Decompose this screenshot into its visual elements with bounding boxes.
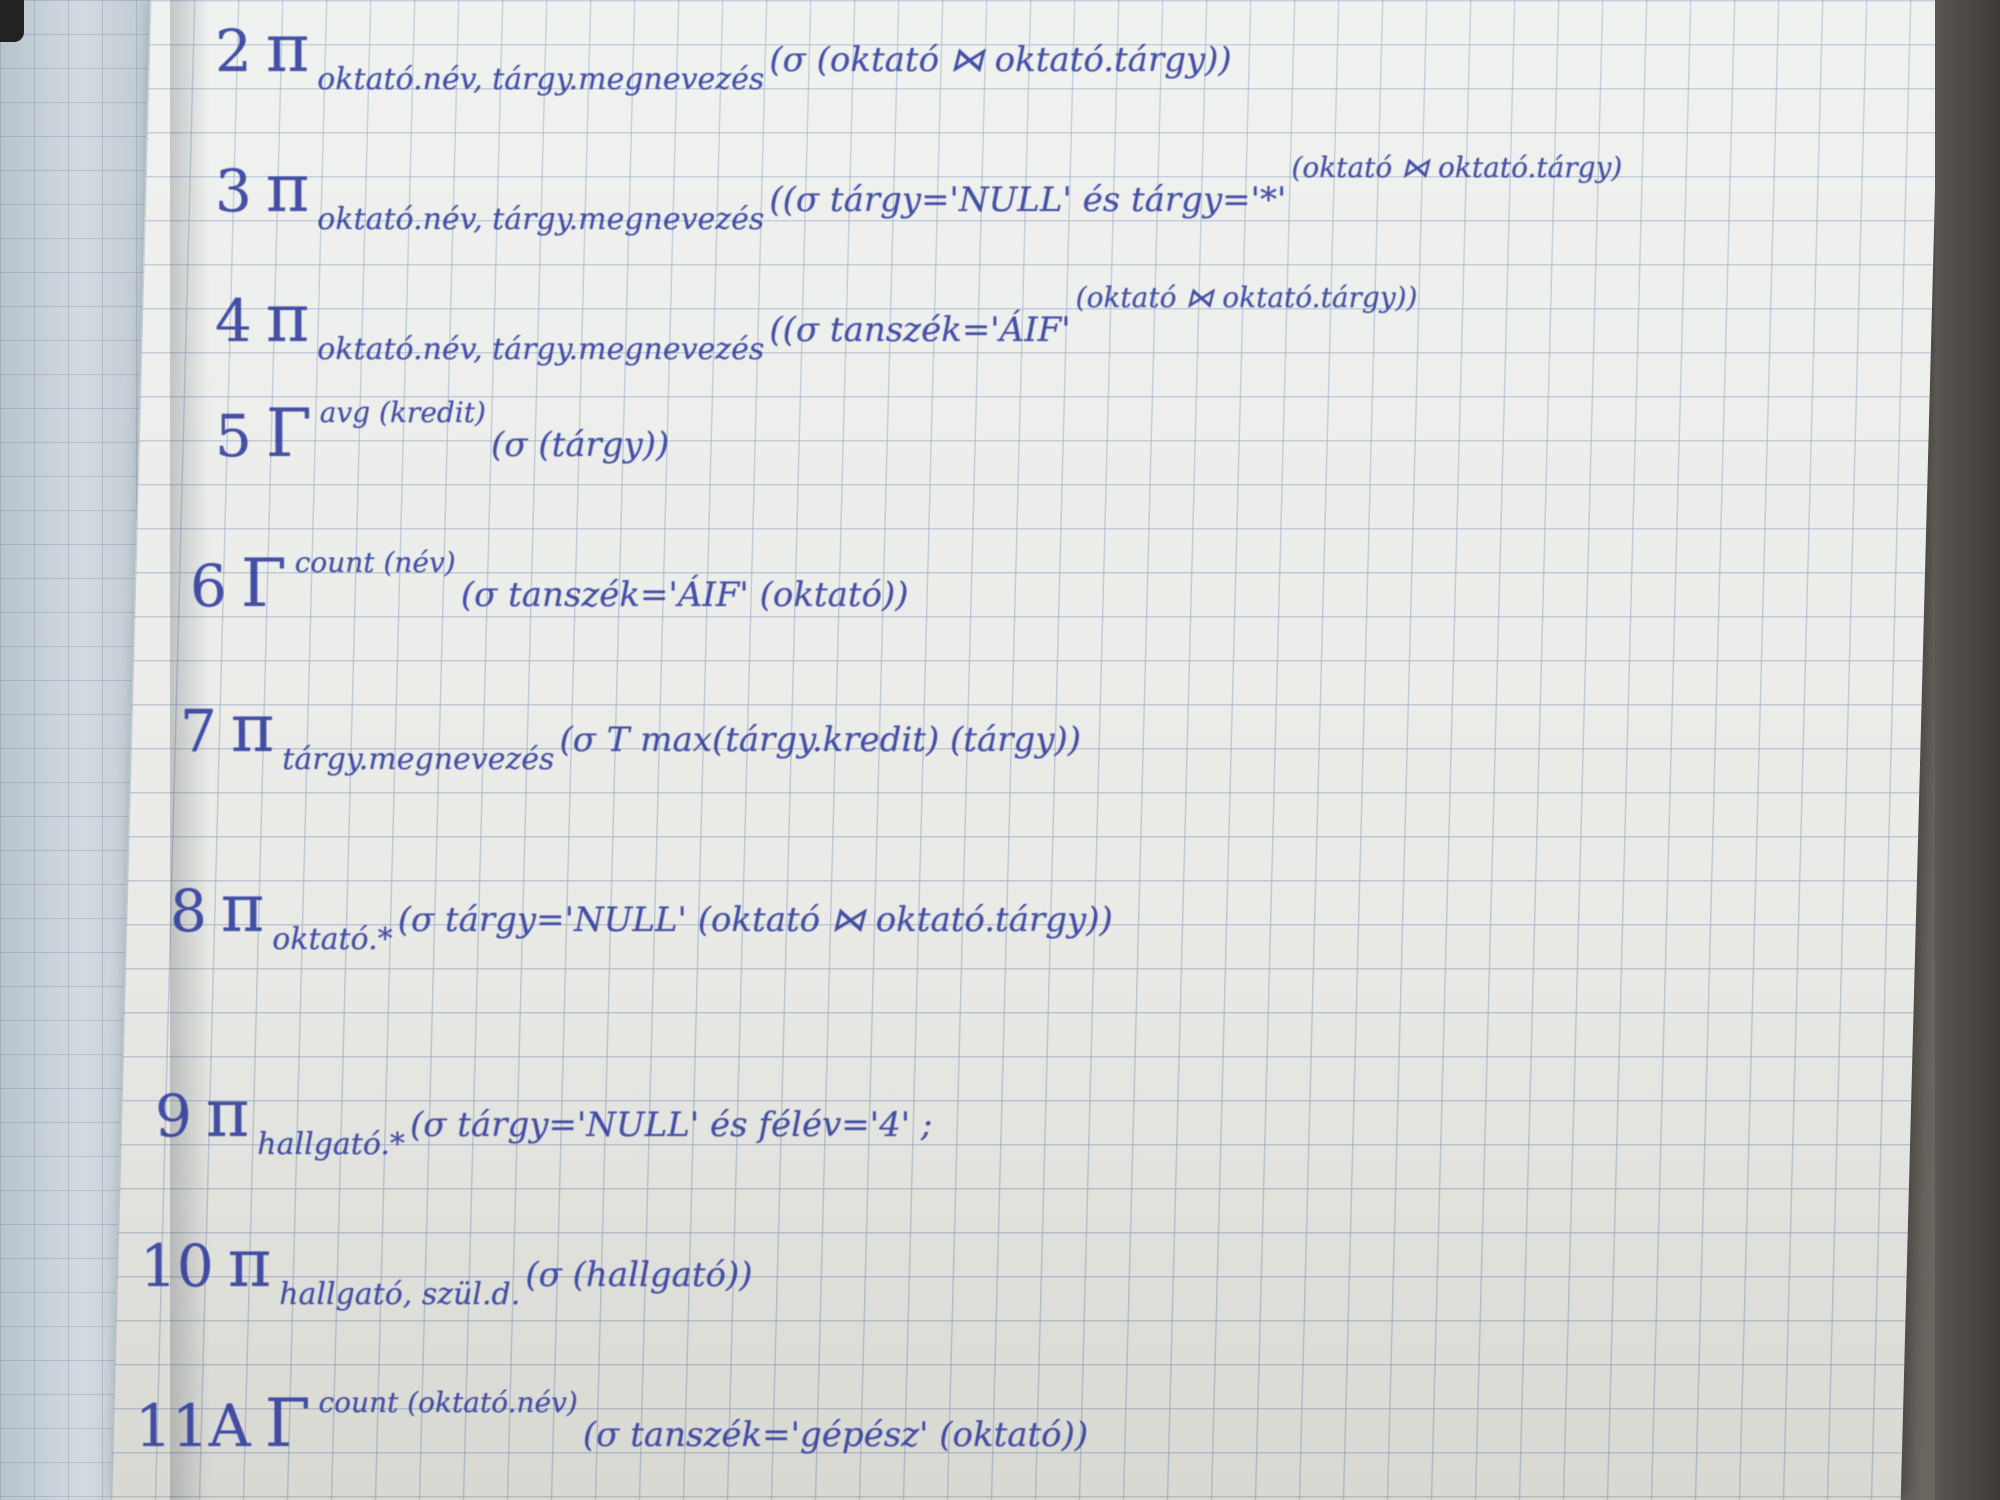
expression-text: (σ (oktató ⋈ oktató.tárgy)) bbox=[769, 40, 1232, 80]
operator-symbol: Γ bbox=[264, 1385, 311, 1462]
operator-symbol: Γ bbox=[240, 545, 287, 622]
table-surface bbox=[1935, 0, 2000, 1500]
superscript-text: (oktató ⋈ oktató.tárgy) bbox=[1291, 151, 1623, 184]
operator-symbol: π bbox=[265, 150, 310, 227]
operator-symbol: Γ bbox=[265, 395, 312, 472]
subscript-text: oktató.név, tárgy.megnevezés bbox=[317, 202, 765, 237]
operator-symbol: π bbox=[227, 1225, 272, 1302]
line-number: 2 bbox=[215, 17, 252, 85]
binder-clip bbox=[0, 0, 24, 42]
handwritten-line: 5 Γavg (kredit) (σ (tárgy)) bbox=[215, 395, 669, 472]
subscript-text: oktató.név, tárgy.megnevezés bbox=[317, 62, 765, 97]
subscript-text: tárgy.megnevezés bbox=[282, 742, 555, 777]
handwritten-line: 6 Γcount (név) (σ tanszék='ÁIF' (oktató)) bbox=[190, 545, 909, 622]
line-number: 7 bbox=[180, 697, 217, 765]
superscript-text: (oktató ⋈ oktató.tárgy)) bbox=[1075, 281, 1418, 314]
handwritten-line: 11A Γcount (oktató.név) (σ tanszék='gépés… bbox=[135, 1385, 1088, 1462]
line-number: 11A bbox=[135, 1392, 251, 1460]
line-number: 3 bbox=[215, 157, 252, 225]
expression-text: (σ tárgy='NULL' (oktató ⋈ oktató.tárgy)) bbox=[397, 900, 1113, 940]
line-number: 4 bbox=[215, 287, 252, 355]
handwritten-line: 9 π hallgató.* (σ tárgy='NULL' és félév='4… bbox=[155, 1075, 933, 1162]
operator-symbol: π bbox=[220, 870, 265, 947]
line-number: 6 bbox=[190, 552, 227, 620]
handwritten-line: 7 π tárgy.megnevezés (σ T max(tárgy.kredit… bbox=[180, 690, 1081, 777]
operator-symbol: π bbox=[205, 1075, 250, 1152]
subscript-text: oktató.* bbox=[272, 922, 393, 957]
expression-text: ((σ tárgy='NULL' és tárgy='*' bbox=[769, 180, 1287, 220]
line-number: 9 bbox=[155, 1082, 192, 1150]
expression-text: (σ tanszék='ÁIF' (oktató)) bbox=[460, 575, 909, 615]
handwritten-line: 2 π oktató.név, tárgy.megnevezés (σ (oktat… bbox=[215, 10, 1232, 97]
expression-text: (σ (hallgató)) bbox=[525, 1255, 753, 1295]
operator-symbol: π bbox=[265, 10, 310, 87]
operator-symbol: π bbox=[230, 690, 275, 767]
subscript-text: oktató.név, tárgy.megnevezés bbox=[317, 332, 765, 367]
line-number: 8 bbox=[170, 877, 207, 945]
expression-text: (σ tanszék='gépész' (oktató)) bbox=[582, 1415, 1089, 1455]
line-number: 10 bbox=[140, 1232, 214, 1300]
expression-text: (σ tárgy='NULL' és félév='4' ; bbox=[410, 1105, 933, 1145]
expression-text: (σ T max(tárgy.kredit) (tárgy)) bbox=[559, 720, 1081, 760]
subscript-text: hallgató.* bbox=[257, 1127, 405, 1162]
operator-symbol: π bbox=[265, 280, 310, 357]
handwritten-line: 4 π oktató.név, tárgy.megnevezés ((σ tansz… bbox=[215, 280, 1418, 367]
superscript-text: count (név) bbox=[294, 546, 456, 579]
superscript-text: count (oktató.név) bbox=[318, 1386, 578, 1419]
handwritten-line: 8 π oktató.* (σ tárgy='NULL' (oktató ⋈ okt… bbox=[170, 870, 1113, 957]
handwritten-line: 3 π oktató.név, tárgy.megnevezés ((σ tárgy… bbox=[215, 150, 1623, 237]
line-number: 5 bbox=[215, 402, 252, 470]
handwritten-line: 10 π hallgató, szül.d. (σ (hallgató)) bbox=[140, 1225, 753, 1312]
expression-text: (σ (tárgy)) bbox=[491, 425, 670, 465]
subscript-text: hallgató, szül.d. bbox=[279, 1277, 521, 1312]
expression-text: ((σ tanszék='ÁIF' bbox=[769, 310, 1071, 350]
superscript-text: avg (kredit) bbox=[319, 396, 486, 429]
